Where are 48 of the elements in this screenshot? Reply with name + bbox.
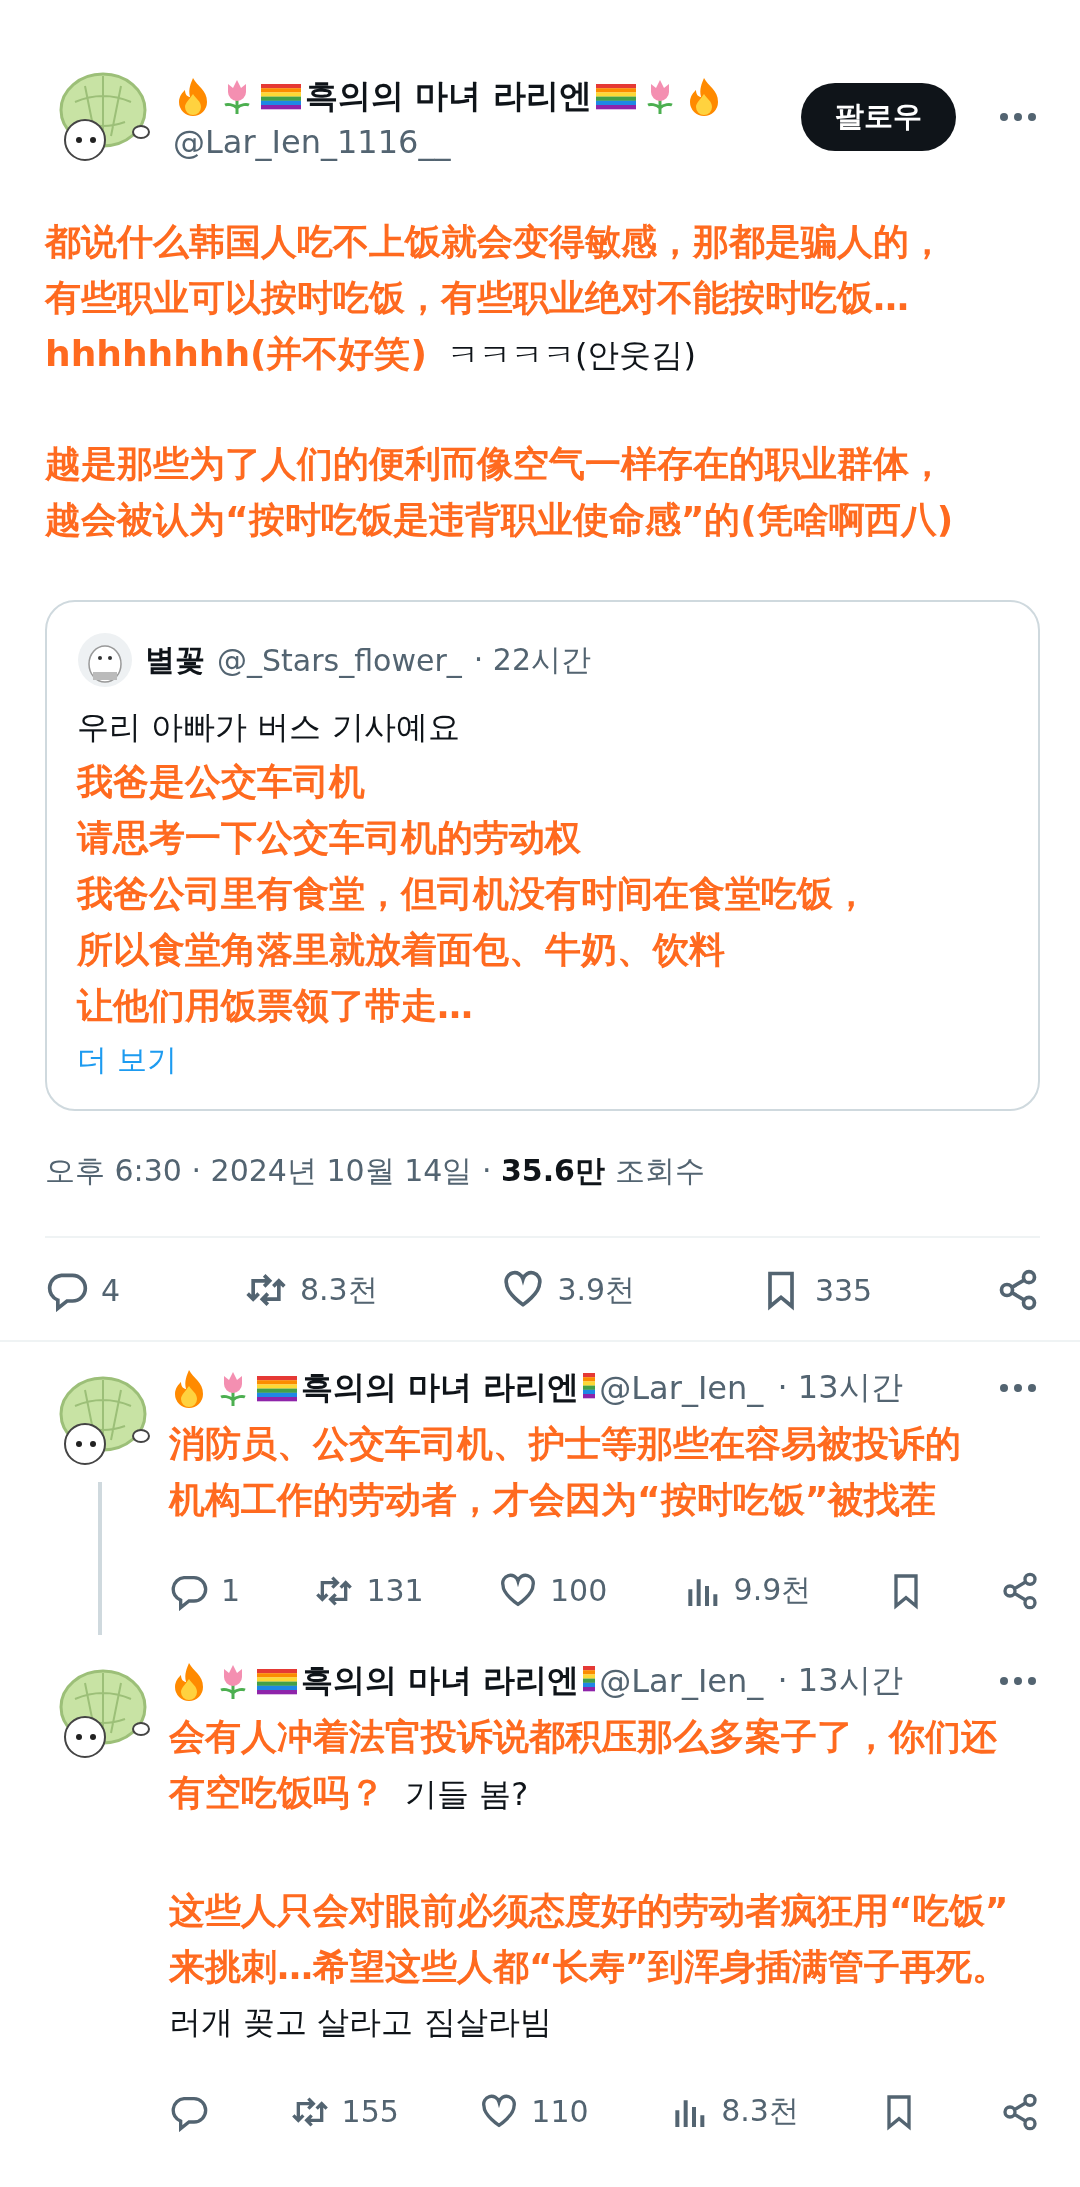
seal-avatar — [77, 632, 133, 688]
follow-button[interactable]: 팔로우 — [801, 83, 956, 151]
author-name: 흑의의 마녀 라리엔 — [301, 1660, 580, 1701]
author-name: 흑의의 마녀 라리엔 — [301, 1367, 580, 1408]
translation-text: 消防员、公交车司机、护士等那些在容易被投诉的 — [169, 1422, 961, 1466]
translation-text: hhhhhhhh(并不好笑) — [45, 332, 427, 376]
translation-text: 请思考一下公交车司机的劳动权 — [77, 816, 581, 860]
post-time: · 22시간 — [473, 640, 591, 679]
translation-text: 我爸是公交车司机 — [77, 760, 365, 804]
count-text: 110 — [531, 2094, 589, 2129]
post-text: 러개 꽂고 살라고 짐살라빔 — [169, 2002, 552, 2043]
translation-text: 有些职业可以按时吃饭，有些职业绝对不能按时吃饭… — [45, 276, 909, 320]
author-handle: @Lar_Ien_1116__ — [173, 122, 452, 161]
post-text: 우리 아빠가 버스 기사예요 — [77, 707, 460, 748]
quoted-author-name: 별꽃 — [145, 640, 205, 679]
count-text: 131 — [366, 1573, 424, 1608]
count-text: 4 — [101, 1272, 121, 1308]
translation-text: 都说什么韩国人吃不上饭就会变得敏感，那都是骗人的， — [45, 220, 945, 264]
count-text: 8.3천 — [721, 2092, 799, 2130]
translation-text: 所以食堂角落里就放着面包、牛奶、饮料 — [77, 928, 725, 972]
post-time: · 13시간 — [776, 1367, 903, 1408]
post-text: ㅋㅋㅋㅋ(안웃김) — [446, 335, 696, 376]
count-text: 9.9천 — [733, 1571, 812, 1609]
quoted-author-handle: @_Stars_flower_ — [217, 642, 462, 678]
translation-text: 我爸公司里有食堂，但司机没有时间在食堂吃饭， — [77, 872, 869, 916]
count-text: 8.3천 — [299, 1270, 378, 1309]
count-text: 335 — [814, 1272, 873, 1308]
translation-text: 会有人冲着法官投诉说都积压那么多案子了，你们还 — [169, 1715, 997, 1759]
share-icon[interactable] — [1000, 1570, 1040, 1611]
post-time: · 13시간 — [776, 1660, 903, 1701]
translation-text: 让他们用饭票领了带走… — [77, 984, 473, 1028]
translation-text: 越是那些为了人们的便利而像空气一样存在的职业群体， — [45, 442, 945, 486]
translation-text: 来挑刺…希望这些人都“长寿”到浑身插满管子再死。 — [169, 1945, 1009, 1989]
count-text: 3.9천 — [557, 1270, 636, 1309]
count-text: 100 — [550, 1573, 608, 1608]
count-text: 155 — [341, 2094, 399, 2129]
author-handle: @Lar_Ien_ — [599, 1369, 764, 1407]
translation-text: 这些人只会对眼前必须态度好的劳动者疯狂用“吃饭” — [169, 1889, 1009, 1933]
quoted-post-card[interactable]: 별꽃 @_Stars_flower_ · 22시간 우리 아빠가 버스 기사예요 我爸是公交车司机 请思考一下公交车司机的劳动权 我爸公司里有食堂，但司机没有时间在食堂吃饭， 所以食堂角落里就放着面包、牛奶、饮料 让他们用饭票领了带走… 더 보기 — [45, 600, 1040, 1111]
post-text: 기들 봄? — [405, 1774, 529, 1815]
count-text: 1 — [221, 1573, 241, 1608]
post-timestamp: 오후 6:30 · 2024년 10월 14일 · 35.6만 조회수 — [45, 1153, 705, 1188]
translation-text: 有空吃饭吗？ — [169, 1771, 385, 1815]
translation-text: 机构工作的劳动者，才会因为“按时吃饭”被找茬 — [169, 1478, 937, 1522]
author-handle: @Lar_Ien_ — [599, 1662, 764, 1700]
translation-text: 越会被认为“按时吃饭是违背职业使命感”的(凭啥啊西八) — [45, 498, 954, 542]
share-icon[interactable] — [1000, 2091, 1040, 2132]
author-name: 흑의의 마녀 라리엔 — [305, 74, 592, 117]
